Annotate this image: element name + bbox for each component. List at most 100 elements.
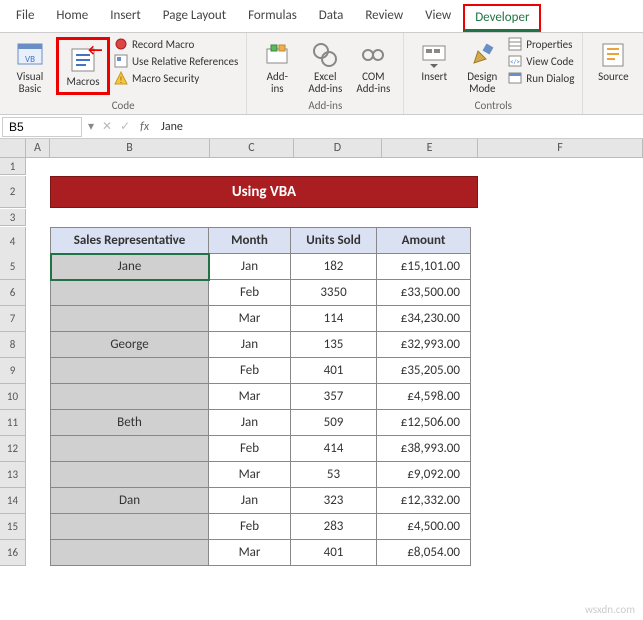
cell-rep[interactable] xyxy=(51,384,209,410)
row-header[interactable]: 13 xyxy=(0,462,26,488)
cell-amount[interactable]: £38,993.00 xyxy=(377,436,471,462)
view-code-button[interactable]: </> View Code xyxy=(508,54,574,68)
source-button[interactable]: Source xyxy=(591,37,635,85)
row-header[interactable]: 3 xyxy=(0,209,26,226)
cell-rep[interactable] xyxy=(51,358,209,384)
run-dialog-button[interactable]: Run Dialog xyxy=(508,71,574,85)
cell-units[interactable]: 283 xyxy=(291,514,377,540)
cell-units[interactable]: 401 xyxy=(291,540,377,566)
addins-button[interactable]: Add- ins xyxy=(255,37,299,97)
name-box[interactable] xyxy=(2,117,82,137)
properties-button[interactable]: Properties xyxy=(508,37,574,51)
row-header[interactable]: 8 xyxy=(0,332,26,358)
cell-rep[interactable] xyxy=(51,540,209,566)
col-header-a[interactable]: A xyxy=(26,139,50,157)
table-row[interactable]: Feb283£4,500.00 xyxy=(51,514,471,540)
tab-file[interactable]: File xyxy=(6,4,44,32)
cell-month[interactable]: Feb xyxy=(209,436,291,462)
cell-rep[interactable]: Jane xyxy=(51,254,209,280)
row-header[interactable]: 10 xyxy=(0,384,26,410)
cell-rep[interactable] xyxy=(51,306,209,332)
cell-amount[interactable]: £9,092.00 xyxy=(377,462,471,488)
com-addins-button[interactable]: COM Add-ins xyxy=(351,37,395,97)
row-header[interactable]: 15 xyxy=(0,514,26,540)
tab-data[interactable]: Data xyxy=(309,4,354,32)
table-row[interactable]: GeorgeJan135£32,993.00 xyxy=(51,332,471,358)
cell-rep[interactable]: Beth xyxy=(51,410,209,436)
cell-rep[interactable] xyxy=(51,462,209,488)
th-month[interactable]: Month xyxy=(209,228,291,254)
row-header[interactable]: 4 xyxy=(0,227,26,257)
row-header[interactable]: 5 xyxy=(0,254,26,280)
cell-units[interactable]: 182 xyxy=(291,254,377,280)
use-relative-refs-button[interactable]: Use Relative References xyxy=(114,54,238,68)
cell-amount[interactable]: £32,993.00 xyxy=(377,332,471,358)
table-row[interactable]: DanJan323£12,332.00 xyxy=(51,488,471,514)
cell-units[interactable]: 114 xyxy=(291,306,377,332)
table-row[interactable]: Feb414£38,993.00 xyxy=(51,436,471,462)
cell-month[interactable]: Mar xyxy=(209,540,291,566)
visual-basic-button[interactable]: VB Visual Basic xyxy=(8,37,52,97)
cell-units[interactable]: 401 xyxy=(291,358,377,384)
cell-units[interactable]: 53 xyxy=(291,462,377,488)
design-mode-button[interactable]: Design Mode xyxy=(460,37,504,97)
cell-units[interactable]: 135 xyxy=(291,332,377,358)
cell-rep[interactable] xyxy=(51,514,209,540)
row-header[interactable]: 12 xyxy=(0,436,26,462)
cell-units[interactable]: 323 xyxy=(291,488,377,514)
row-header[interactable]: 9 xyxy=(0,358,26,384)
row-header[interactable]: 2 xyxy=(0,176,26,208)
table-row[interactable]: Feb401£35,205.00 xyxy=(51,358,471,384)
cell-month[interactable]: Feb xyxy=(209,280,291,306)
col-header-d[interactable]: D xyxy=(294,139,382,157)
col-header-e[interactable]: E xyxy=(382,139,478,157)
row-header[interactable]: 14 xyxy=(0,488,26,514)
table-row[interactable]: JaneJan182£15,101.00 xyxy=(51,254,471,280)
cell-amount[interactable]: £33,500.00 xyxy=(377,280,471,306)
cell-month[interactable]: Mar xyxy=(209,462,291,488)
cancel-icon[interactable]: ✕ xyxy=(98,119,116,134)
tab-review[interactable]: Review xyxy=(355,4,413,32)
table-row[interactable]: Mar114£34,230.00 xyxy=(51,306,471,332)
table-row[interactable]: Mar357£4,598.00 xyxy=(51,384,471,410)
cell-units[interactable]: 509 xyxy=(291,410,377,436)
table-row[interactable]: BethJan509£12,506.00 xyxy=(51,410,471,436)
cell-amount[interactable]: £12,506.00 xyxy=(377,410,471,436)
th-units[interactable]: Units Sold xyxy=(291,228,377,254)
cell-amount[interactable]: £4,500.00 xyxy=(377,514,471,540)
col-header-f[interactable]: F xyxy=(478,139,643,157)
worksheet-grid[interactable]: 1 2 Using VBA 3 4 Sales Representative M… xyxy=(0,158,643,567)
cell-units[interactable]: 414 xyxy=(291,436,377,462)
tab-formulas[interactable]: Formulas xyxy=(238,4,307,32)
cell-rep[interactable]: George xyxy=(51,332,209,358)
row-header[interactable]: 6 xyxy=(0,280,26,306)
tab-developer[interactable]: Developer xyxy=(463,4,541,32)
record-macro-button[interactable]: Record Macro xyxy=(114,37,238,51)
dropdown-icon[interactable]: ▾ xyxy=(84,119,98,134)
cell-month[interactable]: Feb xyxy=(209,358,291,384)
cell-rep[interactable]: Dan xyxy=(51,488,209,514)
table-row[interactable]: Mar401£8,054.00 xyxy=(51,540,471,566)
fx-icon[interactable]: fx xyxy=(134,120,155,134)
cell-month[interactable]: Jan xyxy=(209,410,291,436)
cell-amount[interactable]: £35,205.00 xyxy=(377,358,471,384)
cell-amount[interactable]: £15,101.00 xyxy=(377,254,471,280)
row-header[interactable]: 7 xyxy=(0,306,26,332)
formula-input[interactable]: Jane xyxy=(155,118,643,136)
cell-amount[interactable]: £8,054.00 xyxy=(377,540,471,566)
tab-page-layout[interactable]: Page Layout xyxy=(153,4,236,32)
tab-home[interactable]: Home xyxy=(46,4,98,32)
cell-month[interactable]: Jan xyxy=(209,332,291,358)
cell-month[interactable]: Mar xyxy=(209,306,291,332)
cell-units[interactable]: 357 xyxy=(291,384,377,410)
table-row[interactable]: Feb3350£33,500.00 xyxy=(51,280,471,306)
row-header[interactable]: 11 xyxy=(0,410,26,436)
macro-security-button[interactable]: ! Macro Security xyxy=(114,71,238,85)
table-row[interactable]: Mar53£9,092.00 xyxy=(51,462,471,488)
col-header-c[interactable]: C xyxy=(210,139,294,157)
cell-rep[interactable] xyxy=(51,280,209,306)
th-amount[interactable]: Amount xyxy=(377,228,471,254)
cell-month[interactable]: Feb xyxy=(209,514,291,540)
col-header-b[interactable]: B xyxy=(50,139,210,157)
cell-month[interactable]: Mar xyxy=(209,384,291,410)
